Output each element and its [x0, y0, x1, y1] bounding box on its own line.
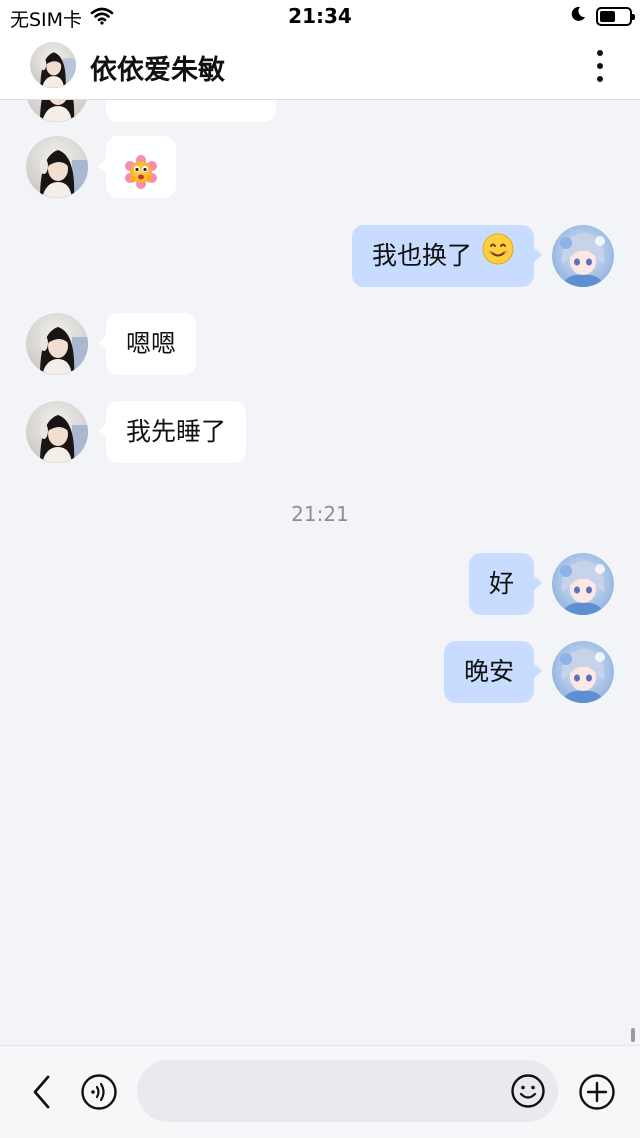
- chevron-left-icon[interactable]: [28, 1074, 58, 1110]
- more-vertical-icon[interactable]: [590, 46, 610, 86]
- message-input[interactable]: [137, 1060, 487, 1122]
- message-text: 嗯嗯: [126, 329, 177, 358]
- emoji-icon[interactable]: [510, 1073, 546, 1109]
- message-bubble-left[interactable]: 我先睡了: [97, 401, 247, 463]
- message-bubble-left[interactable]: 嗯嗯: [97, 313, 197, 375]
- status-right: [570, 6, 635, 26]
- message-text: 晚安: [463, 657, 514, 686]
- message-timestamp: 21:21: [291, 502, 349, 526]
- message-list[interactable]: 我也换了 嗯嗯 我先睡了 21:21 好 晚安: [0, 100, 640, 1045]
- message-text: 我先睡了: [126, 417, 227, 446]
- plus-icon[interactable]: [578, 1073, 616, 1111]
- moon-icon: [570, 6, 586, 26]
- message-bubble-right[interactable]: 晚安: [443, 641, 543, 703]
- chat-title: 依依爱朱敏: [90, 55, 225, 86]
- contact-avatar[interactable]: [26, 100, 88, 122]
- voice-icon[interactable]: [80, 1073, 118, 1111]
- message-bubble-right[interactable]: 我也换了: [352, 225, 542, 288]
- battery-icon: [596, 6, 635, 26]
- my-avatar[interactable]: [552, 641, 614, 703]
- battery-level: [600, 10, 615, 22]
- status-time: 21:34: [288, 4, 352, 28]
- message-bubble-left[interactable]: [98, 136, 176, 198]
- status-bar: 无SIM卡 21:34: [0, 0, 640, 32]
- chat-header: 依依爱朱敏: [0, 32, 640, 100]
- message-text: 好: [488, 569, 514, 598]
- contact-avatar[interactable]: [26, 136, 88, 198]
- my-avatar[interactable]: [552, 225, 614, 287]
- contact-avatar[interactable]: [26, 313, 88, 375]
- message-bubble-right[interactable]: 好: [468, 553, 543, 615]
- header-avatar[interactable]: [30, 42, 76, 88]
- message-bubble-left[interactable]: [106, 100, 276, 122]
- message-text: 我也换了: [372, 241, 473, 270]
- composer-bar: [0, 1045, 640, 1138]
- contact-avatar[interactable]: [26, 401, 88, 463]
- my-avatar[interactable]: [552, 553, 614, 615]
- smiling-face-icon: [482, 226, 514, 288]
- scrollbar-thumb[interactable]: [631, 1028, 635, 1042]
- pink-flower-emoji-icon: [124, 150, 158, 212]
- message-input-box[interactable]: [137, 1060, 558, 1122]
